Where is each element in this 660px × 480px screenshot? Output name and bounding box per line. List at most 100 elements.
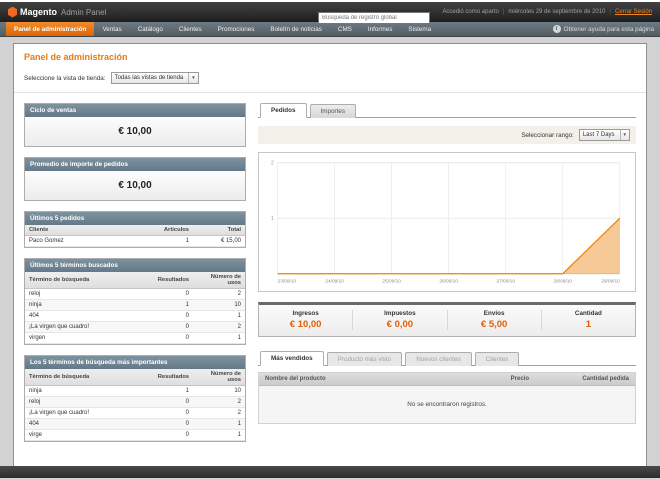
tab-importes[interactable]: Importes <box>309 104 356 118</box>
nav-item-informes[interactable]: Informes <box>360 22 401 36</box>
store-view-label: Seleccione la vista de tienda: <box>24 74 106 82</box>
header: Magento Admin Panel Accedió como aparto … <box>0 2 660 24</box>
last-search-terms-panel: Últimos 5 términos buscados Término de b… <box>24 258 246 345</box>
stat-label: Ingresos <box>292 310 319 317</box>
chevron-down-icon: ▼ <box>619 130 629 140</box>
panel-title: Promedio de importe de pedidos <box>25 158 245 171</box>
stat-cantidad: Cantidad 1 <box>540 310 635 330</box>
tab-producto-mas-visto[interactable]: Producto más visto <box>326 352 403 366</box>
column-header: Término de búsqueda <box>25 369 151 386</box>
nav-item-cms[interactable]: CMS <box>330 22 360 36</box>
magento-logo-icon <box>8 6 17 18</box>
stat-label: Envíos <box>483 310 505 317</box>
panel-title: Los 5 términos de búsqueda más important… <box>25 356 245 369</box>
help-label: Obtener ayuda para esta página <box>563 25 654 33</box>
bottom-tabs: Más vendidos Producto más visto Nuevos cli… <box>258 351 636 366</box>
range-select[interactable]: Last 7 Days ▼ <box>578 129 630 141</box>
last-orders-table: Cliente Artículos Total Paco Gomez 1 € 15,00 <box>25 225 245 247</box>
column-header: Precio <box>445 373 535 386</box>
content-panel: Panel de administración Seleccione la vi… <box>13 43 647 471</box>
logo-suffix: Admin Panel <box>61 7 107 17</box>
stat-value: € 5,00 <box>480 319 508 330</box>
magento-admin-screen: Magento Admin Panel Accedió como aparto … <box>0 0 660 480</box>
svg-text:23/09/10: 23/09/10 <box>278 278 297 284</box>
orders-chart: 1 2 23/09/10 24/09/10 25/09/10 26/09/10 27/09/… <box>258 152 636 292</box>
table-row: virgen 0 1 <box>25 332 245 344</box>
header-user-info: Accedió como aparto | miércoles 29 de se… <box>442 9 652 15</box>
svg-text:24/09/10: 24/09/10 <box>325 278 344 284</box>
products-box: Nombre del producto Precio Cantidad pedida… <box>258 372 636 424</box>
column-header: Resultados <box>151 272 193 289</box>
header-date: miércoles 29 de septiembre de 2010 <box>508 9 606 15</box>
table-row: 404 0 1 <box>25 310 245 322</box>
table-row: ¡La virgen que cuadro! 0 2 <box>25 407 245 419</box>
column-header: Resultados <box>151 369 193 386</box>
help-icon: i <box>552 25 561 33</box>
lifetime-sales-value: € 10,00 <box>25 117 245 146</box>
last-search-terms-table: Término de búsqueda Resultados Número de u… <box>25 272 245 344</box>
stat-impuestos: Impuestos € 0,00 <box>352 310 446 330</box>
table-row: ninja 1 10 <box>25 385 245 397</box>
nav-item-promociones[interactable]: Promociones <box>210 22 263 36</box>
last-orders-panel: Últimos 5 pedidos Cliente Artículos Total P… <box>24 211 246 248</box>
page-help-link[interactable]: i Obtener ayuda para esta página <box>552 22 654 36</box>
stat-value: 1 <box>585 319 592 330</box>
logged-in-as: Accedió como aparto <box>442 9 499 15</box>
nav-item-panel-de-administracion[interactable]: Panel de administración <box>6 22 95 36</box>
average-orders-value: € 10,00 <box>25 171 245 200</box>
nav-item-ventas[interactable]: Ventas <box>94 22 129 36</box>
select-value: Todas las vistas de tienda <box>114 75 184 81</box>
chevron-down-icon: ▼ <box>188 73 197 83</box>
tab-mas-vendidos[interactable]: Más vendidos <box>260 351 324 366</box>
column-header: Cliente <box>25 225 151 236</box>
svg-text:28/09/10: 28/09/10 <box>553 278 572 284</box>
table-row: reloj 0 2 <box>25 396 245 408</box>
empty-message: No se encontraron registros. <box>259 386 635 423</box>
global-search-input[interactable] <box>318 12 430 24</box>
store-view-row: Seleccione la vista de tienda: Todas las… <box>14 64 646 93</box>
nav-item-catalogo[interactable]: Catálogo <box>130 22 171 36</box>
column-header: Número de usos <box>193 272 245 289</box>
area-chart-svg: 1 2 23/09/10 24/09/10 25/09/10 26/09/10 27/09/… <box>271 161 621 284</box>
panel-title: Últimos 5 términos buscados <box>25 259 245 272</box>
range-label: Seleccionar rango: <box>521 131 574 139</box>
column-header: Cantidad pedida <box>535 373 635 386</box>
select-value: Last 7 Days <box>582 132 615 138</box>
nav-item-clientes[interactable]: Clientes <box>171 22 210 36</box>
nav-item-sistema[interactable]: Sistema <box>400 22 439 36</box>
page-title: Panel de administración <box>24 52 128 62</box>
svg-text:27/09/10: 27/09/10 <box>496 278 515 284</box>
logout-link[interactable]: Cerrar Sesión <box>615 9 652 15</box>
global-search <box>318 6 430 24</box>
footer-bar <box>0 466 660 478</box>
table-row: ¡La virgen que cuadro! 0 2 <box>25 321 245 333</box>
panel-title: Ciclo de ventas <box>25 104 245 117</box>
tab-pedidos[interactable]: Pedidos <box>260 103 307 118</box>
dashboard-columns: Ciclo de ventas € 10,00 Promedio de impo… <box>14 93 646 462</box>
range-row: Seleccionar rango: Last 7 Days ▼ <box>258 126 636 144</box>
stat-envios: Envíos € 5,00 <box>446 310 541 330</box>
separator: | <box>502 9 505 15</box>
column-header: Nombre del producto <box>259 373 445 386</box>
logo-text: Magento <box>20 7 57 17</box>
svg-text:25/09/10: 25/09/10 <box>382 278 401 284</box>
store-view-select[interactable]: Todas las vistas de tienda ▼ <box>110 72 199 84</box>
main-nav: Panel de administración Ventas Catálogo Cli… <box>0 22 660 37</box>
panel-title: Últimos 5 pedidos <box>25 212 245 225</box>
table-row: Paco Gomez 1 € 15,00 <box>25 235 245 247</box>
table-row: 404 0 1 <box>25 418 245 430</box>
tab-nuevos-clientes[interactable]: Nuevos clientes <box>405 352 472 366</box>
stat-ingresos: Ingresos € 10,00 <box>259 310 352 330</box>
table-row: virge 0 1 <box>25 429 245 441</box>
dashboard-left-column: Ciclo de ventas € 10,00 Promedio de impo… <box>24 103 246 452</box>
totals-row: Ingresos € 10,00 Impuestos € 0,00 Envíos… <box>258 302 636 337</box>
table-row: ninja 1 10 <box>25 299 245 311</box>
svg-text:2: 2 <box>271 161 274 167</box>
svg-text:1: 1 <box>271 216 274 222</box>
nav-item-boletin-de-noticias[interactable]: Boletín de noticias <box>262 22 329 36</box>
lifetime-sales-panel: Ciclo de ventas € 10,00 <box>24 103 246 147</box>
magento-logo: Magento Admin Panel <box>8 6 107 18</box>
average-orders-panel: Promedio de importe de pedidos € 10,00 <box>24 157 246 201</box>
dashboard-main-column: Pedidos Importes Seleccionar rango: Last … <box>258 103 636 424</box>
tab-clientes[interactable]: Clientes <box>474 352 520 366</box>
